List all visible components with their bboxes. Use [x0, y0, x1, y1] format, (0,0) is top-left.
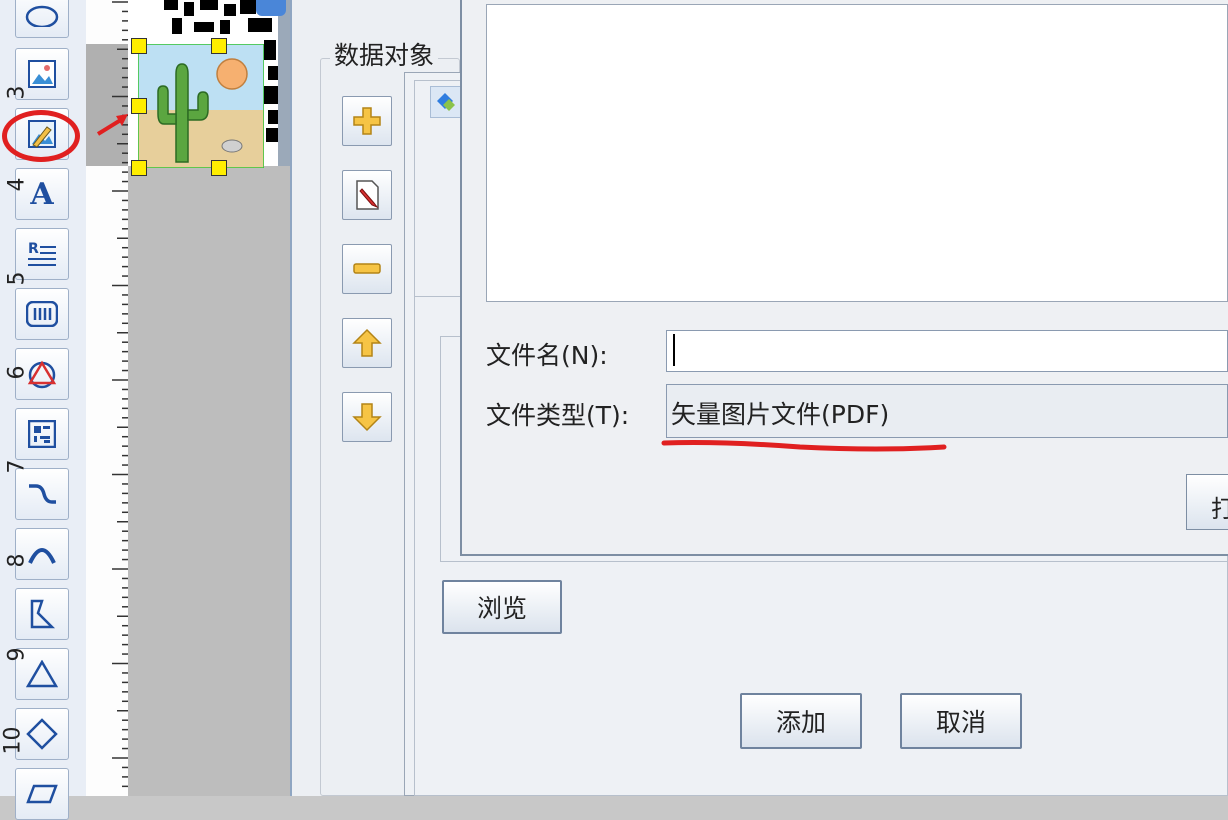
open-button[interactable]: 打	[1186, 474, 1228, 530]
ruler-mark: 3	[4, 85, 30, 100]
annotation-underline	[661, 440, 947, 452]
ruler-mark: 10	[0, 726, 26, 755]
filename-field[interactable]	[666, 330, 1228, 372]
text-caret	[673, 334, 675, 366]
annotation-arrow-icon	[96, 114, 128, 136]
qrcode-icon	[28, 420, 56, 448]
file-list[interactable]	[486, 4, 1228, 302]
ruler-mark: 5	[4, 271, 30, 286]
ruler-mark: 8	[4, 553, 30, 568]
dialog-title-fragment	[256, 0, 286, 16]
arrow-up-icon	[352, 328, 382, 357]
resize-handle[interactable]	[211, 160, 227, 176]
edit-icon	[356, 180, 379, 210]
ruler-mark: 9	[4, 647, 30, 662]
app-logo-icon	[430, 86, 462, 118]
resize-handle[interactable]	[131, 160, 147, 176]
text-a-icon: A	[30, 176, 54, 212]
ruler-mark: 7	[4, 459, 30, 474]
add-data-button[interactable]	[342, 96, 392, 146]
ellipse-icon	[25, 5, 59, 27]
parallelogram-tool-button[interactable]	[15, 768, 69, 820]
ellipse-tool-button[interactable]	[15, 0, 69, 38]
image-icon	[28, 60, 56, 88]
remove-data-button[interactable]	[342, 244, 392, 294]
triangle-icon	[26, 660, 58, 688]
cancel-button[interactable]: 取消	[900, 693, 1022, 749]
parallelogram-icon	[26, 784, 58, 804]
browse-button[interactable]: 浏览	[442, 580, 562, 634]
arc-icon	[28, 548, 56, 564]
filename-label: 文件名(N):	[486, 341, 608, 370]
data-object-group-title: 数据对象	[330, 36, 439, 72]
divider	[440, 561, 1228, 562]
plus-icon	[353, 107, 381, 135]
barcode-icon	[26, 301, 58, 327]
resize-handle[interactable]	[131, 38, 147, 54]
polygon-tool-button[interactable]	[15, 588, 69, 640]
ruler-mark: 4	[4, 177, 30, 192]
rich-text-icon: R	[28, 241, 56, 266]
svg-text:R: R	[28, 241, 39, 257]
curve-icon	[29, 484, 56, 504]
ruler-mark: 6	[4, 365, 30, 380]
triangle-circle-icon	[27, 360, 57, 389]
move-up-button[interactable]	[342, 318, 392, 368]
minus-icon	[353, 263, 381, 274]
filetype-label: 文件类型(T):	[486, 401, 630, 430]
selected-image-object[interactable]	[138, 44, 264, 168]
edit-data-button[interactable]	[342, 170, 392, 220]
move-down-button[interactable]	[342, 392, 392, 442]
add-button[interactable]: 添加	[740, 693, 862, 749]
annotation-circle	[2, 110, 80, 162]
barcode-tool-button[interactable]	[15, 288, 69, 340]
arrow-down-icon	[352, 403, 382, 432]
resize-handle[interactable]	[211, 38, 227, 54]
diamond-icon	[26, 718, 58, 750]
polygon-icon	[30, 599, 56, 629]
filetype-select[interactable]: 矢量图片文件(PDF)	[666, 384, 1228, 438]
